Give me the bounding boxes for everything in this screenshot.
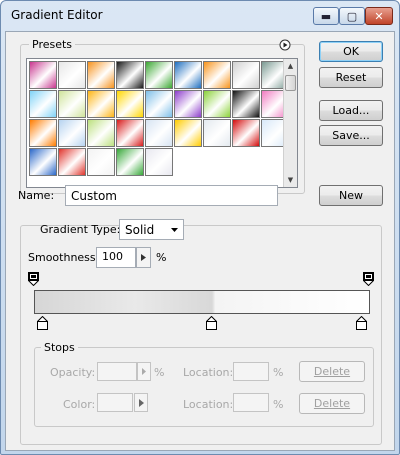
preset-swatch[interactable]: [87, 119, 115, 147]
preset-swatch[interactable]: [58, 119, 86, 147]
preset-swatch[interactable]: [29, 119, 57, 147]
color-location-label: Location:: [183, 398, 234, 411]
opacity-label: Opacity:: [50, 366, 96, 379]
preset-swatch[interactable]: [232, 61, 260, 89]
close-icon: ✕: [374, 9, 384, 23]
preset-swatch[interactable]: [232, 90, 260, 118]
name-input[interactable]: [65, 185, 278, 206]
preset-swatch[interactable]: [203, 119, 231, 147]
new-button[interactable]: New: [319, 185, 383, 206]
opacity-stop-left[interactable]: [28, 272, 39, 286]
preset-swatch[interactable]: [145, 90, 173, 118]
opacity-location-label: Location:: [183, 366, 234, 379]
preset-swatch[interactable]: [87, 148, 115, 176]
title-bar[interactable]: Gradient Editor ▬ ▢ ✕: [1, 1, 399, 31]
load-button[interactable]: Load...: [319, 100, 383, 121]
preset-swatch[interactable]: [232, 119, 260, 147]
color-swatch[interactable]: [97, 393, 133, 412]
opacity-unit: %: [154, 366, 165, 379]
dialog-client-area: Presets ▲ ▼ OK Reset Load... Save... Nam…: [5, 31, 395, 451]
preset-swatch[interactable]: [203, 90, 231, 118]
smoothness-slider-button[interactable]: [136, 247, 151, 268]
preset-swatch[interactable]: [116, 90, 144, 118]
delete-color-stop-button[interactable]: Delete: [299, 393, 365, 414]
opacity-location-unit: %: [273, 366, 284, 379]
delete-button-label: Delete: [313, 365, 351, 378]
save-button[interactable]: Save...: [319, 125, 383, 146]
opacity-slider-button[interactable]: [137, 362, 151, 381]
smoothness-input[interactable]: 100: [96, 247, 136, 268]
gradient-editor-window: Gradient Editor ▬ ▢ ✕ Presets ▲ ▼ OK Res…: [0, 0, 400, 455]
preset-swatch[interactable]: [145, 148, 173, 176]
opacity-stop-right[interactable]: [363, 272, 374, 286]
name-label: Name:: [18, 189, 55, 202]
stops-group: Stops: [34, 341, 374, 427]
preset-swatch[interactable]: [87, 90, 115, 118]
window-title: Gradient Editor: [11, 8, 103, 22]
smoothness-unit: %: [156, 251, 167, 264]
chevron-down-icon: [171, 228, 178, 232]
reset-button[interactable]: Reset: [319, 67, 383, 88]
color-menu-button[interactable]: [134, 393, 148, 412]
color-stop-left[interactable]: [37, 316, 48, 330]
ok-button[interactable]: OK: [319, 41, 383, 62]
preset-swatch[interactable]: [116, 61, 144, 89]
gradient-preview-bar[interactable]: [34, 290, 370, 314]
gradient-type-select[interactable]: Solid: [119, 219, 184, 240]
scroll-down-icon[interactable]: ▼: [284, 173, 297, 187]
close-button[interactable]: ✕: [365, 7, 393, 25]
preset-swatch[interactable]: [174, 61, 202, 89]
preset-swatch[interactable]: [58, 90, 86, 118]
color-label: Color:: [63, 398, 96, 411]
preset-swatch[interactable]: [58, 148, 86, 176]
preset-swatch[interactable]: [174, 90, 202, 118]
preset-swatch[interactable]: [174, 119, 202, 147]
delete-opacity-stop-button[interactable]: Delete: [299, 361, 365, 382]
minimize-icon: ▬: [320, 9, 332, 23]
presets-list[interactable]: ▲ ▼: [26, 58, 298, 188]
save-button-label: Save...: [332, 129, 370, 142]
scrollbar-thumb[interactable]: [285, 75, 296, 91]
color-stop-right[interactable]: [356, 316, 367, 330]
presets-scrollbar[interactable]: ▲ ▼: [283, 59, 297, 187]
color-stop-middle[interactable]: [206, 316, 217, 330]
preset-swatch[interactable]: [145, 119, 173, 147]
color-location-input[interactable]: [233, 393, 269, 412]
load-button-label: Load...: [332, 104, 370, 117]
chevron-right-icon: [141, 254, 146, 261]
maximize-icon: ▢: [346, 9, 358, 23]
color-location-unit: %: [273, 398, 284, 411]
play-circle-icon[interactable]: [279, 39, 291, 51]
preset-swatch[interactable]: [145, 61, 173, 89]
preset-swatch[interactable]: [87, 61, 115, 89]
preset-swatch-grid: [29, 61, 289, 176]
preset-swatch[interactable]: [116, 119, 144, 147]
preset-swatch[interactable]: [29, 90, 57, 118]
gradient-type-label: Gradient Type:: [40, 223, 121, 236]
opacity-input[interactable]: [97, 362, 137, 381]
gradient-type-value: Solid: [125, 222, 155, 237]
preset-swatch[interactable]: [116, 148, 144, 176]
minimize-button[interactable]: ▬: [313, 7, 339, 25]
preset-swatch[interactable]: [29, 148, 57, 176]
preset-swatch[interactable]: [203, 61, 231, 89]
stops-label: Stops: [41, 341, 78, 354]
smoothness-label: Smoothness:: [28, 251, 100, 264]
maximize-button[interactable]: ▢: [339, 7, 365, 25]
preset-swatch[interactable]: [58, 61, 86, 89]
opacity-location-input[interactable]: [233, 362, 269, 381]
presets-label: Presets: [29, 38, 76, 51]
scroll-up-icon[interactable]: ▲: [284, 59, 297, 73]
preset-swatch[interactable]: [29, 61, 57, 89]
delete-button-label: Delete: [313, 397, 351, 410]
chevron-right-icon: [138, 398, 144, 407]
chevron-right-icon: [142, 368, 146, 375]
